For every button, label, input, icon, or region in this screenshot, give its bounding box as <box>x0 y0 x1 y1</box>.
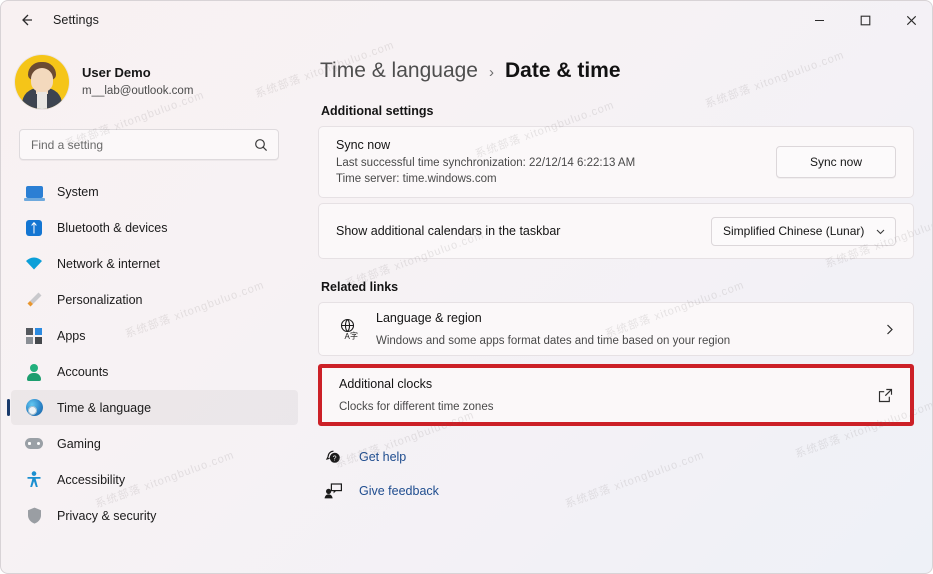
search-box[interactable] <box>19 129 279 160</box>
sync-now-card: Sync now Last successful time synchroniz… <box>318 126 914 198</box>
sync-time-server: Time server: time.windows.com <box>336 172 497 185</box>
gamepad-icon <box>25 435 43 453</box>
sidebar-item-system[interactable]: System <box>11 174 298 209</box>
system-icon <box>23 183 45 201</box>
language-globe-icon: A 字 <box>336 316 362 342</box>
sidebar-item-label: Bluetooth & devices <box>57 220 168 235</box>
clock-globe-icon <box>25 399 43 417</box>
additional-calendars-row: Show additional calendars in the taskbar… <box>318 203 914 259</box>
back-arrow-icon[interactable] <box>11 5 41 35</box>
avatar <box>15 55 69 109</box>
get-help-link[interactable]: ? Get help <box>321 442 914 471</box>
sidebar-item-apps[interactable]: Apps <box>11 318 298 353</box>
svg-text:?: ? <box>332 456 336 463</box>
sidebar-item-privacy-security[interactable]: Privacy & security <box>11 498 298 533</box>
accessibility-icon <box>25 471 43 489</box>
sidebar-item-network-internet[interactable]: Network & internet <box>11 246 298 281</box>
additional-calendars-label: Show additional calendars in the taskbar <box>336 224 561 238</box>
search-icon <box>254 138 268 152</box>
sidebar-item-bluetooth-devices[interactable]: ᛏ Bluetooth & devices <box>11 210 298 245</box>
feedback-icon <box>321 481 345 501</box>
page-title: Date & time <box>504 59 621 82</box>
sidebar-item-accessibility[interactable]: Accessibility <box>11 462 298 497</box>
additional-calendars-dropdown[interactable]: Simplified Chinese (Lunar) <box>711 216 896 246</box>
profile-name: User Demo <box>82 65 151 81</box>
highlight-box-additional-clocks: Additional clocks Clocks for different t… <box>318 364 914 426</box>
search-input[interactable] <box>20 137 254 152</box>
sidebar-item-label: Accessibility <box>57 472 126 487</box>
bluetooth-icon: ᛏ <box>25 219 43 237</box>
sidebar-item-personalization[interactable]: Personalization <box>11 282 298 317</box>
related-link-title: Additional clocks <box>339 376 433 391</box>
related-link-language-region[interactable]: A 字 Language & region Windows and some a… <box>318 302 914 356</box>
sidebar-item-label: Time & language <box>57 400 152 415</box>
sidebar: User Demo m__lab@outlook.com System ᛏ Bl… <box>1 39 306 573</box>
sidebar-item-label: System <box>57 184 99 199</box>
sync-now-button[interactable]: Sync now <box>776 146 896 178</box>
sidebar-item-label: Accounts <box>57 364 109 379</box>
give-feedback-link[interactable]: Give feedback <box>321 476 914 505</box>
sidebar-item-label: Personalization <box>57 292 143 307</box>
sync-last-synchronization: Last successful time synchronization: 22… <box>336 156 636 169</box>
sidebar-item-label: Network & internet <box>57 256 160 271</box>
related-link-additional-clocks[interactable]: Additional clocks Clocks for different t… <box>322 368 910 422</box>
account-icon <box>25 363 43 381</box>
profile-card[interactable]: User Demo m__lab@outlook.com <box>15 51 306 113</box>
related-link-subtitle: Windows and some apps format dates and t… <box>376 335 731 347</box>
window-controls <box>796 1 932 39</box>
minimize-icon[interactable] <box>796 1 842 39</box>
sidebar-item-label: Gaming <box>57 436 101 451</box>
breadcrumb-separator: › <box>488 64 494 81</box>
help-links: ? Get help Give feedback <box>321 442 914 505</box>
chevron-right-icon <box>883 323 896 336</box>
section-heading-additional-settings: Additional settings <box>321 104 434 118</box>
section-heading-related-links: Related links <box>321 280 399 294</box>
wifi-icon <box>25 255 43 273</box>
svg-text:字: 字 <box>350 331 358 341</box>
shield-icon <box>25 507 43 525</box>
settings-window: Settings User Demo m__lab@outlook.com Fi… <box>0 0 933 574</box>
breadcrumb-parent[interactable]: Time & language <box>320 59 478 83</box>
content-area: Time & language › Date & time Additional… <box>306 39 932 573</box>
sidebar-item-accounts[interactable]: Accounts <box>11 354 298 389</box>
sidebar-nav: System ᛏ Bluetooth & devices Network & i… <box>1 174 306 533</box>
related-link-subtitle: Clocks for different time zones <box>339 401 494 413</box>
help-link-label: Get help <box>359 449 407 464</box>
close-icon[interactable] <box>888 1 932 39</box>
help-link-label: Give feedback <box>359 483 439 498</box>
brush-icon <box>25 291 43 309</box>
sidebar-item-time-language[interactable]: Time & language <box>7 390 298 425</box>
dropdown-selected-value: Simplified Chinese (Lunar) <box>723 224 865 238</box>
related-link-title: Language & region <box>376 310 482 325</box>
maximize-icon[interactable] <box>842 1 888 39</box>
title-bar: Settings <box>1 1 932 39</box>
window-title: Settings <box>53 13 99 27</box>
sync-card-title: Sync now <box>336 137 391 152</box>
sidebar-item-label: Privacy & security <box>57 508 157 523</box>
profile-email: m__lab@outlook.com <box>82 85 194 98</box>
sidebar-item-gaming[interactable]: Gaming <box>11 426 298 461</box>
breadcrumb: Time & language › Date & time <box>320 59 914 83</box>
apps-icon <box>25 327 43 345</box>
chevron-down-icon <box>875 226 886 237</box>
help-question-icon: ? <box>321 447 345 467</box>
sidebar-item-label: Apps <box>57 328 86 343</box>
external-link-icon <box>878 388 893 403</box>
